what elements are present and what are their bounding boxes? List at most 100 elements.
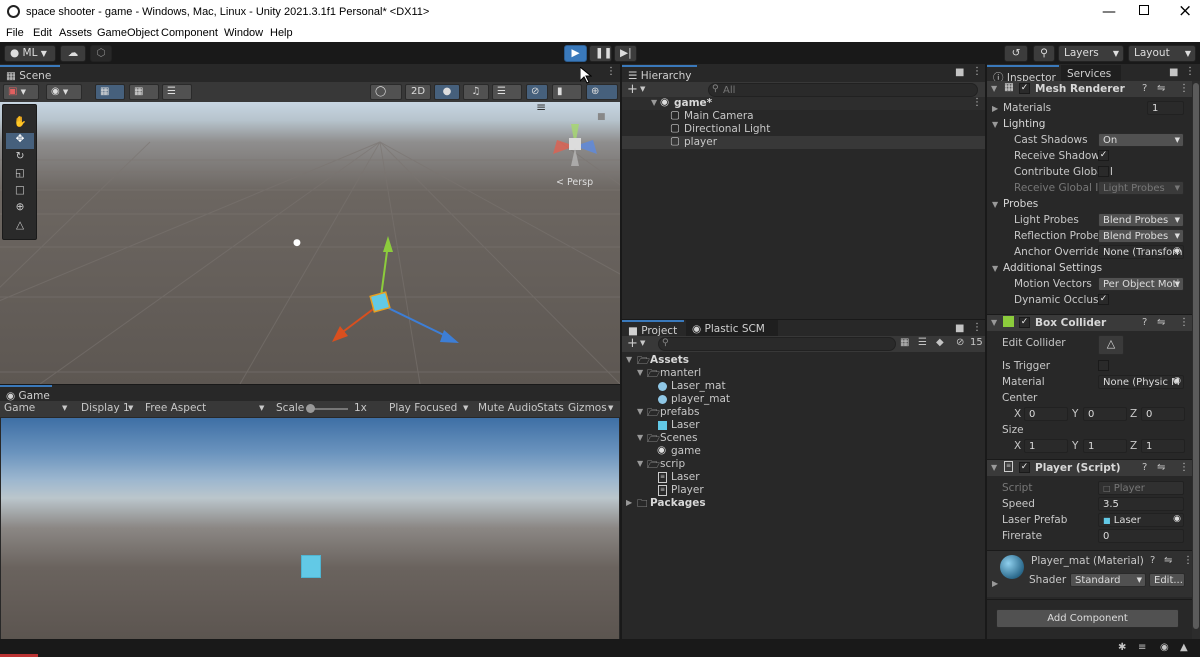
menu-edit[interactable]: Edit [33, 27, 52, 39]
menu-gameobject[interactable]: GameObject [97, 27, 159, 39]
more-options-icon[interactable]: ⋮ [1185, 66, 1195, 77]
more-options-icon[interactable]: ⋮ [972, 322, 982, 333]
center-x-field[interactable]: 0 [1024, 407, 1068, 421]
speed-field[interactable]: 3.5 [1098, 497, 1184, 511]
overlay-menu-icon[interactable]: ≡ [536, 102, 546, 114]
gizmos-toggle[interactable]: Gizmos [568, 402, 607, 414]
search-button[interactable]: ⚲ [1033, 45, 1055, 62]
help-icon[interactable]: ? [1142, 462, 1147, 473]
mesh-renderer-enabled-checkbox[interactable]: ✓ [1019, 83, 1030, 94]
tree-item-script[interactable]: ≡ Laser [622, 471, 985, 484]
maximize-icon[interactable] [1139, 5, 1149, 15]
lock-icon[interactable]: ■ [597, 112, 606, 122]
search-by-label-icon[interactable]: ☰ [918, 337, 927, 348]
tag-icon[interactable]: ◆ [936, 337, 944, 348]
menu-component[interactable]: Component [161, 27, 218, 39]
dynamic-occlusion-checkbox[interactable]: ✓ [1098, 294, 1109, 305]
stats-toggle[interactable]: Stats [537, 402, 564, 414]
lock-icon[interactable]: ■ [955, 323, 964, 334]
lock-icon[interactable]: ■ [1169, 67, 1178, 78]
expand-arrow-icon[interactable]: ▼ [637, 368, 643, 377]
tree-item-script[interactable]: ≡ Player [622, 484, 985, 497]
chevron-down-icon[interactable]: ▼ [640, 85, 645, 93]
search-by-type-icon[interactable]: ▦ [900, 337, 909, 348]
lighting-toggle[interactable]: ● [434, 84, 460, 100]
tree-item-prefab[interactable]: Laser [622, 419, 985, 432]
box-collider-enabled-checkbox[interactable]: ✓ [1019, 317, 1030, 328]
play-button[interactable]: ▶ [564, 45, 587, 62]
step-button[interactable]: ▶| [614, 45, 637, 62]
more-options-icon[interactable]: ⋮ [1179, 317, 1189, 328]
scrollbar-thumb[interactable] [1193, 83, 1199, 629]
tree-item-folder[interactable]: ▼ 🗁 prefabs [622, 406, 985, 419]
scale-slider-thumb[interactable] [306, 404, 315, 413]
help-icon[interactable]: ? [1142, 83, 1147, 94]
orientation-gizmo[interactable] [545, 116, 615, 176]
menu-assets[interactable]: Assets [59, 27, 92, 39]
is-trigger-checkbox[interactable] [1098, 360, 1109, 371]
more-options-icon[interactable]: ⋮ [1179, 462, 1189, 473]
expand-arrow-icon[interactable]: ▶ [992, 579, 998, 588]
menu-file[interactable]: File [6, 27, 24, 39]
additional-settings-header[interactable]: Additional Settings [1003, 262, 1102, 274]
layout-dropdown[interactable]: Layout ▼ [1128, 45, 1196, 62]
project-search-input[interactable]: ⚲ [658, 337, 896, 351]
collapse-arrow-icon[interactable]: ▼ [992, 120, 998, 129]
center-y-field[interactable]: 0 [1083, 407, 1127, 421]
inspector-scrollbar[interactable] [1192, 81, 1200, 639]
lighting-bake-icon[interactable]: ◉ [1160, 642, 1169, 653]
chevron-down-icon[interactable]: ▼ [640, 339, 645, 347]
collapse-arrow-icon[interactable]: ▼ [991, 318, 997, 327]
cast-shadows-dropdown[interactable]: On ▼ [1098, 133, 1184, 147]
global-gizmo-dropdown[interactable]: ◉ ▼ [46, 84, 82, 100]
add-icon[interactable]: + [627, 82, 638, 97]
effects-dropdown[interactable]: ☰ [492, 84, 522, 100]
menu-help[interactable]: Help [270, 27, 293, 39]
minimize-icon[interactable]: — [1102, 4, 1116, 20]
increment-snap-dropdown[interactable]: ☰ [162, 84, 192, 100]
scale-slider[interactable] [306, 404, 348, 413]
center-z-field[interactable]: 0 [1141, 407, 1185, 421]
more-options-icon[interactable]: ⋮ [972, 66, 982, 77]
collapse-arrow-icon[interactable]: ▼ [991, 84, 997, 93]
gizmos-dropdown[interactable]: ⊕ [586, 84, 618, 100]
hidden-packages-icon[interactable]: ⊘ [956, 337, 964, 348]
expand-arrow-icon[interactable]: ▼ [637, 459, 643, 468]
edit-collider-button[interactable]: △ [1098, 335, 1124, 355]
expand-arrow-icon[interactable]: ▼ [626, 355, 632, 364]
cloud-button[interactable]: ☁ [60, 45, 86, 62]
materials-size-field[interactable]: 1 [1147, 101, 1184, 115]
more-options-icon[interactable]: ⋮ [972, 97, 982, 108]
move-tool-button[interactable]: ✥ [6, 133, 34, 149]
collapse-arrow-icon[interactable]: ▼ [992, 264, 998, 273]
play-focused-dropdown[interactable]: Play Focused [389, 402, 457, 414]
more-options-icon[interactable]: ⋮ [606, 66, 616, 77]
expand-arrow-icon[interactable]: ▼ [651, 98, 657, 107]
receive-shadows-checkbox[interactable]: ✓ [1098, 150, 1109, 161]
tree-item-folder[interactable]: ▼ 🗁 Scenes [622, 432, 985, 445]
tree-item-material[interactable]: player_mat [622, 393, 985, 406]
tab-hierarchy[interactable]: ☰ Hierarchy [622, 65, 697, 83]
physic-material-field[interactable]: None (Physic M ◉ [1098, 375, 1184, 389]
edit-shader-button[interactable]: Edit... [1149, 573, 1185, 587]
player-script-enabled-checkbox[interactable]: ✓ [1019, 462, 1030, 473]
close-icon[interactable]: × [1178, 1, 1192, 21]
preset-icon[interactable]: ⇋ [1157, 462, 1165, 473]
object-picker-icon[interactable]: ◉ [1173, 246, 1181, 256]
expand-arrow-icon[interactable]: ▶ [626, 498, 632, 507]
probes-header[interactable]: Probes [1003, 198, 1038, 210]
add-icon[interactable]: + [627, 336, 638, 351]
2d-toggle[interactable]: 2D [405, 84, 431, 100]
collab-button[interactable]: ⬡ [90, 45, 112, 62]
hidden-objects-toggle[interactable]: ⊘ [526, 84, 548, 100]
reflection-probes-dropdown[interactable]: Blend Probes ▼ [1098, 229, 1184, 243]
more-options-icon[interactable]: ⋮ [1179, 83, 1189, 94]
box-collider-header[interactable]: ▼ ✓ Box Collider ? ⇋ ⋮ [987, 315, 1200, 331]
tree-item-material[interactable]: Laser_mat [622, 380, 985, 393]
persp-label[interactable]: < Persp [556, 177, 593, 188]
tree-item-assets[interactable]: ▼ 🗁 Assets [622, 354, 985, 367]
expand-arrow-icon[interactable]: ▼ [637, 407, 643, 416]
help-icon[interactable]: ? [1150, 555, 1155, 566]
render-mode-dropdown[interactable]: ◯ [370, 84, 402, 100]
anchor-override-field[interactable]: None (Transforn ◉ [1098, 245, 1184, 259]
